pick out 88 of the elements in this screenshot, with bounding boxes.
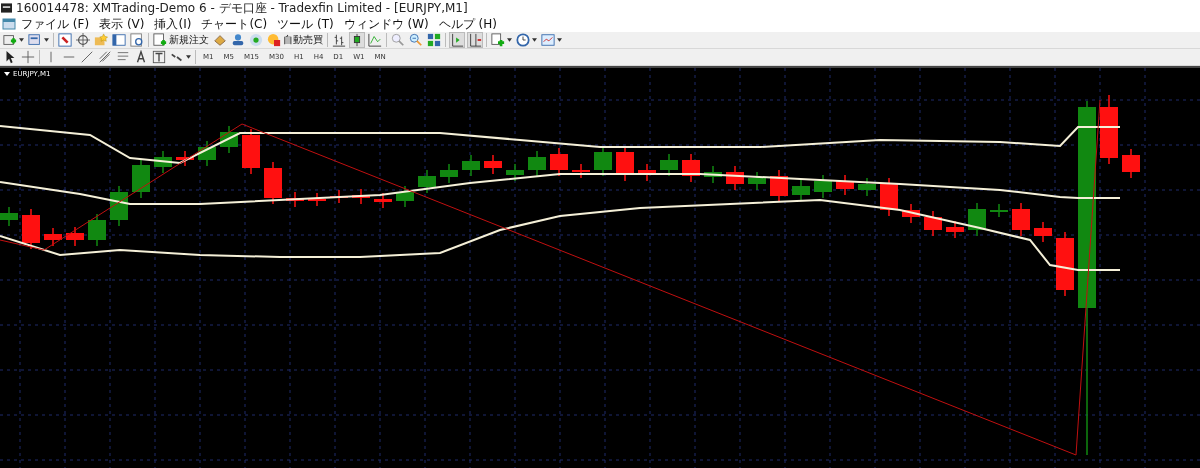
menu-item[interactable]: ツール (T) [272,15,339,33]
candlestick [110,185,128,227]
caret-icon[interactable] [557,38,562,42]
candlestick [572,163,590,179]
candlestick [286,191,304,208]
dropdown-icon[interactable] [4,72,10,76]
candlestick [902,203,920,224]
menu-item[interactable]: ウィンドウ (W) [338,15,434,33]
app-logo-icon [1,3,12,13]
candlestick [880,177,898,217]
caret-icon[interactable] [44,38,49,42]
candlestick [264,161,282,205]
trend-line-icon[interactable] [80,50,94,64]
caret-icon[interactable] [19,38,24,42]
zoom-out-icon[interactable] [409,33,423,47]
caret-icon[interactable] [186,55,191,59]
menu-item[interactable]: ファイル (F) [16,15,95,33]
candlestick [352,188,370,205]
window-menu-icon[interactable] [2,17,16,31]
candlestick [946,220,964,239]
candlestick [374,192,392,209]
candlestick [506,163,524,182]
folder-star-icon[interactable] [94,33,108,47]
candlestick [44,227,62,247]
chart-shift-icon[interactable] [468,33,482,47]
candlestick [792,179,810,202]
candlestick [770,169,788,203]
candlestick [88,213,106,247]
window-title: 160014478: XMTrading-Demo 6 - デモ口座 - Tradexfin Limited - [EURJPY,M1] [16,0,468,17]
candlestick [176,150,194,167]
candlestick [1012,202,1030,237]
profiles-icon[interactable] [28,33,42,47]
candlestick [484,154,502,175]
candlestick [132,158,150,199]
candlestick [814,174,832,199]
candlestick [858,177,876,197]
bar-chart-icon[interactable] [332,33,346,47]
candlestick [682,153,700,183]
indicators-icon[interactable] [491,33,505,47]
menu-item[interactable]: 表示 (V) [94,15,150,33]
new-chart-icon[interactable] [3,33,17,47]
window-icon[interactable] [112,33,126,47]
candlestick [726,165,744,191]
clock-icon[interactable] [516,33,530,47]
candlestick [0,206,18,227]
candlestick [220,125,238,154]
candlestick [308,192,326,207]
auto-trading-button[interactable]: 自動売買 [267,33,323,47]
menu-item[interactable]: 挿入(I) [149,15,197,33]
candlestick [968,202,986,237]
candlestick [550,147,568,177]
candlestick [198,140,216,167]
candlestick [704,165,722,184]
candlestick [594,145,612,177]
market-watch-icon[interactable] [58,33,72,47]
menu-item[interactable]: ヘルプ (H) [433,15,502,33]
candlestick [1034,221,1052,243]
candlestick [440,163,458,184]
menu-item[interactable]: チャート(C) [196,15,273,33]
auto-scroll-icon[interactable] [450,33,464,47]
crosshair-icon[interactable] [76,33,90,47]
candlestick [242,128,260,175]
candlestick [638,163,656,182]
candlestick [66,226,84,247]
channel-icon[interactable] [98,50,112,64]
candlestick [462,154,480,177]
candlestick [22,208,40,250]
candlestick [1100,94,1118,165]
candlestick [154,150,172,174]
candlestick [1056,231,1074,297]
caret-icon[interactable] [507,38,512,42]
candlestick [836,174,854,196]
candlestick [924,210,942,237]
candlestick [418,169,436,194]
candlestick [660,153,678,177]
new-order-button[interactable]: 新規注文 [153,33,209,47]
candlestick-icon[interactable] [350,33,364,47]
candlestick [616,145,634,182]
candlestick [748,171,766,191]
candlestick [396,185,414,208]
caret-icon[interactable] [532,38,537,42]
text-tool-icon[interactable] [134,50,148,64]
people-icon[interactable] [231,33,245,47]
candlestick [1122,148,1140,179]
label-tool-icon[interactable] [152,50,166,64]
tile-windows-icon[interactable] [427,33,441,47]
candlestick [528,150,546,177]
candlestick [990,203,1008,218]
